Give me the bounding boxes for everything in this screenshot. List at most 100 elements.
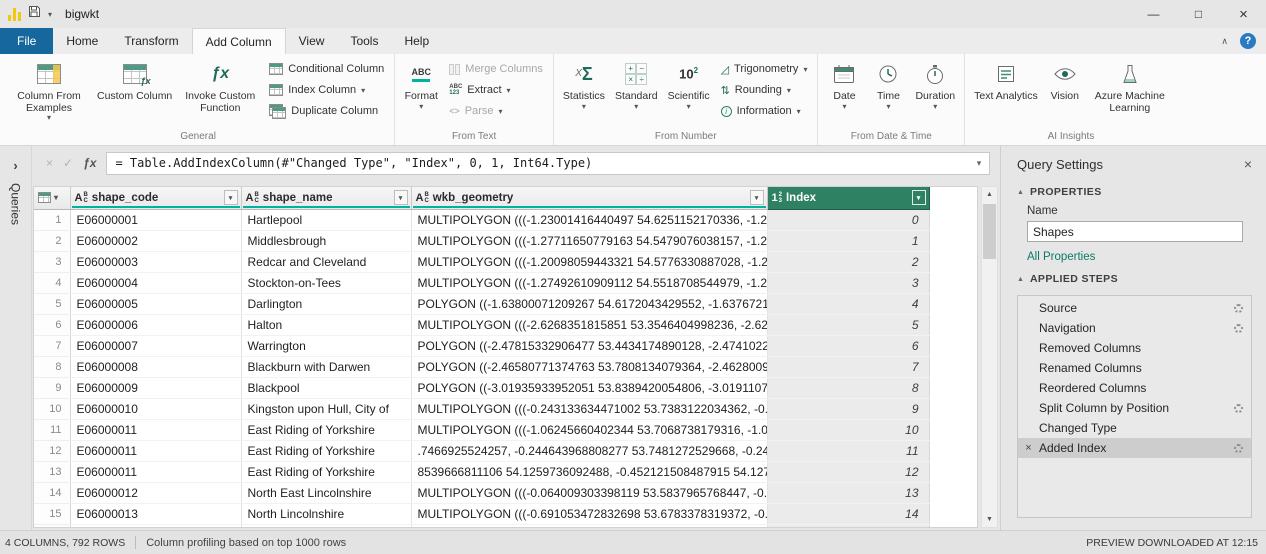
cell-shape-code[interactable]: E06000004 xyxy=(70,272,241,293)
row-number[interactable]: 9 xyxy=(34,377,70,398)
cell-wkb-geometry[interactable]: MULTIPOLYGON (((-0.691053472832698 53.67… xyxy=(411,503,767,524)
applied-steps-section-header[interactable]: ▲ APPLIED STEPS xyxy=(1001,267,1266,289)
expand-formula-bar-icon[interactable]: ▾ xyxy=(969,153,989,174)
close-panel-icon[interactable]: × xyxy=(1244,156,1252,172)
row-number[interactable]: 6 xyxy=(34,314,70,335)
date-button[interactable]: Date ▾ xyxy=(822,56,866,112)
row-number[interactable]: 11 xyxy=(34,419,70,440)
applied-step[interactable]: Split Column by Position xyxy=(1018,398,1251,418)
cell-shape-name[interactable]: York xyxy=(241,524,411,528)
tab-view[interactable]: View xyxy=(286,28,338,54)
column-from-examples-button[interactable]: Column From Examples ▾ xyxy=(6,56,92,123)
cell-shape-code[interactable]: E06000009 xyxy=(70,377,241,398)
row-number[interactable]: 8 xyxy=(34,356,70,377)
cell-shape-name[interactable]: Kingston upon Hull, City of xyxy=(241,398,411,419)
cell-index[interactable]: 8 xyxy=(767,377,929,398)
cell-shape-name[interactable]: Blackpool xyxy=(241,377,411,398)
row-number[interactable]: 13 xyxy=(34,461,70,482)
tab-tools[interactable]: Tools xyxy=(337,28,391,54)
column-header-shape-code[interactable]: ABC shape_code ▾ xyxy=(70,187,241,209)
tab-home[interactable]: Home xyxy=(53,28,111,54)
cell-wkb-geometry[interactable]: MULTIPOLYGON (((-0.243133634471002 53.73… xyxy=(411,398,767,419)
row-number[interactable]: 2 xyxy=(34,230,70,251)
cell-shape-code[interactable]: E06000011 xyxy=(70,440,241,461)
cell-wkb-geometry[interactable]: POLYGON ((-1.03446400000363 54.053035603… xyxy=(411,524,767,528)
scroll-up-icon[interactable]: ▲ xyxy=(982,187,997,202)
cell-shape-code[interactable]: E06000006 xyxy=(70,314,241,335)
cell-shape-name[interactable]: Blackburn with Darwen xyxy=(241,356,411,377)
conditional-column-button[interactable]: Conditional Column xyxy=(263,60,390,78)
format-button[interactable]: ABC Format ▾ xyxy=(399,56,443,112)
cell-index[interactable]: 3 xyxy=(767,272,929,293)
cell-wkb-geometry[interactable]: MULTIPOLYGON (((-1.06245660402344 53.706… xyxy=(411,419,767,440)
cell-wkb-geometry[interactable]: POLYGON ((-1.63800071209267 54.617204342… xyxy=(411,293,767,314)
time-button[interactable]: Time ▾ xyxy=(866,56,910,112)
cell-index[interactable]: 13 xyxy=(767,482,929,503)
cell-wkb-geometry[interactable]: MULTIPOLYGON (((-1.20098059443321 54.577… xyxy=(411,251,767,272)
cell-index[interactable]: 14 xyxy=(767,503,929,524)
row-number[interactable]: 3 xyxy=(34,251,70,272)
collapse-ribbon-icon[interactable]: ∧ xyxy=(1221,36,1228,47)
save-icon[interactable] xyxy=(28,5,41,23)
cell-wkb-geometry[interactable]: POLYGON ((-3.01935933952051 53.838942005… xyxy=(411,377,767,398)
cell-index[interactable]: 12 xyxy=(767,461,929,482)
extract-button[interactable]: ABC123 Extract ▾ xyxy=(443,81,549,99)
cell-shape-code[interactable]: E06000013 xyxy=(70,503,241,524)
queries-pane-label[interactable]: Queries xyxy=(9,183,23,225)
scrollbar-thumb[interactable] xyxy=(983,204,996,259)
cell-index[interactable]: 11 xyxy=(767,440,929,461)
cell-index[interactable]: 10 xyxy=(767,419,929,440)
standard-button[interactable]: +−×÷ Standard ▾ xyxy=(610,56,663,112)
trigonometry-button[interactable]: ◿ Trigonometry ▾ xyxy=(715,60,814,78)
filter-button[interactable]: ▾ xyxy=(224,190,238,205)
statistics-button[interactable]: XΣ Statistics ▾ xyxy=(558,56,610,112)
tab-help[interactable]: Help xyxy=(391,28,442,54)
quick-access-chevron-icon[interactable]: ▾ xyxy=(48,10,52,19)
formula-text[interactable]: = Table.AddIndexColumn(#"Changed Type", … xyxy=(115,156,969,170)
cell-shape-code[interactable]: E06000012 xyxy=(70,482,241,503)
cell-shape-code[interactable]: E06000007 xyxy=(70,335,241,356)
all-properties-link[interactable]: All Properties xyxy=(1027,251,1266,263)
cell-shape-code[interactable]: E06000005 xyxy=(70,293,241,314)
delete-step-icon[interactable]: × xyxy=(1018,442,1039,454)
cell-index[interactable]: 5 xyxy=(767,314,929,335)
formula-input[interactable]: = Table.AddIndexColumn(#"Changed Type", … xyxy=(106,152,990,175)
tab-add-column[interactable]: Add Column xyxy=(192,28,286,54)
applied-step[interactable]: Source xyxy=(1018,298,1251,318)
gear-icon[interactable] xyxy=(1234,444,1243,453)
close-button[interactable]: × xyxy=(1221,0,1266,28)
collapse-section-icon[interactable]: ▲ xyxy=(1017,276,1024,283)
cell-shape-name[interactable]: Hartlepool xyxy=(241,209,411,230)
row-number[interactable]: 12 xyxy=(34,440,70,461)
cell-shape-name[interactable]: East Riding of Yorkshire xyxy=(241,461,411,482)
cell-index[interactable]: 1 xyxy=(767,230,929,251)
applied-step[interactable]: Reordered Columns xyxy=(1018,378,1251,398)
filter-button[interactable]: ▾ xyxy=(912,190,926,205)
information-button[interactable]: i Information ▾ xyxy=(715,102,814,120)
rounding-button[interactable]: ⇅ Rounding ▾ xyxy=(715,81,814,99)
commit-formula-icon[interactable]: ✓ xyxy=(63,156,73,170)
invoke-custom-function-button[interactable]: ƒx Invoke Custom Function xyxy=(177,56,263,115)
select-all-corner[interactable]: ▾ xyxy=(34,187,70,209)
cell-wkb-geometry[interactable]: MULTIPOLYGON (((-1.27492610909112 54.551… xyxy=(411,272,767,293)
column-header-wkb-geometry[interactable]: ABC wkb_geometry ▾ xyxy=(411,187,767,209)
duration-button[interactable]: Duration ▾ xyxy=(910,56,960,112)
row-number[interactable]: 7 xyxy=(34,335,70,356)
minimize-button[interactable]: — xyxy=(1131,0,1176,28)
cell-shape-name[interactable]: Halton xyxy=(241,314,411,335)
cell-wkb-geometry[interactable]: MULTIPOLYGON (((-0.064009303398119 53.58… xyxy=(411,482,767,503)
vertical-scrollbar[interactable]: ▲ ▼ xyxy=(981,186,998,528)
cell-index[interactable]: 2 xyxy=(767,251,929,272)
column-profiling-status[interactable]: Column profiling based on top 1000 rows xyxy=(146,537,346,549)
column-header-index[interactable]: 123 Index ▾ xyxy=(767,187,929,209)
row-number[interactable]: 5 xyxy=(34,293,70,314)
cell-wkb-geometry[interactable]: MULTIPOLYGON (((-2.6268351815851 53.3546… xyxy=(411,314,767,335)
gear-icon[interactable] xyxy=(1234,304,1243,313)
maximize-button[interactable]: □ xyxy=(1176,0,1221,28)
custom-column-button[interactable]: ƒx Custom Column xyxy=(92,56,177,104)
properties-section-header[interactable]: ▲ PROPERTIES xyxy=(1001,180,1266,202)
cell-shape-name[interactable]: East Riding of Yorkshire xyxy=(241,440,411,461)
gear-icon[interactable] xyxy=(1234,404,1243,413)
cell-shape-name[interactable]: Redcar and Cleveland xyxy=(241,251,411,272)
cell-wkb-geometry[interactable]: MULTIPOLYGON (((-1.27711650779163 54.547… xyxy=(411,230,767,251)
